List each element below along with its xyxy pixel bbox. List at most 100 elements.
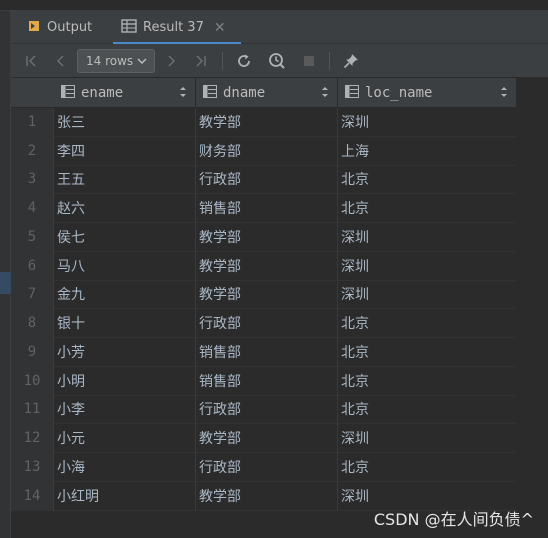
toolbar-separator bbox=[329, 52, 330, 70]
cell-dname[interactable]: 教学部 bbox=[195, 281, 337, 309]
column-header-dname[interactable]: dname bbox=[195, 78, 337, 108]
cell-ename[interactable]: 小明 bbox=[53, 367, 195, 395]
row-number: 10 bbox=[11, 366, 53, 395]
column-header-ename[interactable]: ename bbox=[53, 78, 195, 108]
column-icon bbox=[345, 84, 359, 102]
toolbar-separator bbox=[222, 52, 223, 70]
cell-loc-name[interactable]: 深圳 bbox=[337, 252, 516, 280]
tab-output[interactable]: Output bbox=[27, 11, 92, 44]
cell-loc-name[interactable]: 深圳 bbox=[337, 424, 516, 452]
table-icon bbox=[121, 18, 137, 37]
cell-loc-name[interactable]: 北京 bbox=[337, 194, 516, 222]
history-icon[interactable] bbox=[267, 51, 287, 71]
table-row[interactable]: 9 小芳 销售部 北京 bbox=[11, 338, 516, 367]
cell-dname[interactable]: 教学部 bbox=[195, 482, 337, 510]
rows-per-page-select[interactable]: 14 rows bbox=[77, 49, 155, 73]
pin-icon[interactable] bbox=[341, 51, 361, 71]
cell-loc-name[interactable]: 北京 bbox=[337, 309, 516, 337]
cell-ename[interactable]: 银十 bbox=[53, 309, 195, 337]
cell-ename[interactable]: 张三 bbox=[53, 108, 195, 136]
cell-dname[interactable]: 财务部 bbox=[195, 137, 337, 165]
cell-ename[interactable]: 马八 bbox=[53, 252, 195, 280]
row-number: 8 bbox=[11, 309, 53, 337]
cell-loc-name[interactable]: 深圳 bbox=[337, 108, 516, 136]
cell-dname[interactable]: 行政部 bbox=[195, 166, 337, 194]
reload-icon[interactable] bbox=[234, 51, 254, 71]
cell-loc-name[interactable]: 北京 bbox=[337, 338, 516, 366]
table-row[interactable]: 2 李四 财务部 上海 bbox=[11, 136, 516, 166]
table-row[interactable]: 3 王五 行政部 北京 bbox=[11, 165, 516, 195]
table-row[interactable]: 5 侯七 教学部 深圳 bbox=[11, 223, 516, 252]
tab-output-label: Output bbox=[47, 20, 93, 35]
column-header-label: ename bbox=[81, 85, 124, 101]
sort-icon[interactable] bbox=[179, 86, 187, 102]
row-number: 5 bbox=[11, 223, 53, 251]
column-divider bbox=[53, 108, 54, 511]
row-number: 13 bbox=[11, 453, 53, 481]
cell-loc-name[interactable]: 北京 bbox=[337, 453, 516, 481]
cell-dname[interactable]: 销售部 bbox=[195, 194, 337, 222]
cell-loc-name[interactable]: 北京 bbox=[337, 367, 516, 395]
sort-icon[interactable] bbox=[500, 86, 508, 102]
cell-ename[interactable]: 小红明 bbox=[53, 482, 195, 510]
cell-ename[interactable]: 侯七 bbox=[53, 223, 195, 251]
row-number: 4 bbox=[11, 194, 53, 222]
cell-ename[interactable]: 小李 bbox=[53, 396, 195, 424]
table-row[interactable]: 4 赵六 销售部 北京 bbox=[11, 194, 516, 223]
window-top-edge bbox=[0, 0, 548, 11]
table-row[interactable]: 12 小元 教学部 深圳 bbox=[11, 424, 516, 453]
cell-loc-name[interactable]: 深圳 bbox=[337, 281, 516, 309]
table-row[interactable]: 8 银十 行政部 北京 bbox=[11, 309, 516, 338]
tab-result-label: Result 37 bbox=[143, 20, 204, 35]
table-row[interactable]: 11 小李 行政部 北京 bbox=[11, 395, 516, 425]
column-icon bbox=[203, 84, 217, 102]
cell-ename[interactable]: 赵六 bbox=[53, 194, 195, 222]
close-icon[interactable]: ✕ bbox=[214, 20, 226, 36]
table-row[interactable]: 13 小海 行政部 北京 bbox=[11, 453, 516, 482]
cell-ename[interactable]: 金九 bbox=[53, 281, 195, 309]
table-header: ename dname loc_name bbox=[11, 78, 516, 108]
cell-dname[interactable]: 教学部 bbox=[195, 108, 337, 136]
cell-loc-name[interactable]: 北京 bbox=[337, 396, 516, 424]
cell-dname[interactable]: 行政部 bbox=[195, 309, 337, 337]
sort-icon[interactable] bbox=[321, 86, 329, 102]
cell-dname[interactable]: 教学部 bbox=[195, 424, 337, 452]
prev-page-icon[interactable] bbox=[51, 51, 71, 71]
rows-count-label: 14 rows bbox=[86, 54, 134, 68]
cell-ename[interactable]: 李四 bbox=[53, 137, 195, 165]
watermark-text: CSDN @在人间负债^ bbox=[373, 510, 534, 529]
row-number: 1 bbox=[11, 108, 53, 136]
row-number: 9 bbox=[11, 338, 53, 366]
next-page-icon[interactable] bbox=[161, 51, 181, 71]
stop-icon[interactable] bbox=[299, 51, 319, 71]
result-toolbar: 14 rows bbox=[11, 44, 548, 78]
cell-dname[interactable]: 教学部 bbox=[195, 252, 337, 280]
output-icon bbox=[27, 19, 41, 37]
row-number: 6 bbox=[11, 251, 53, 280]
cell-ename[interactable]: 小芳 bbox=[53, 338, 195, 366]
cell-dname[interactable]: 教学部 bbox=[195, 223, 337, 251]
cell-dname[interactable]: 行政部 bbox=[195, 396, 337, 424]
table-row[interactable]: 1 张三 教学部 深圳 bbox=[11, 108, 516, 137]
row-number: 12 bbox=[11, 424, 53, 452]
row-number: 14 bbox=[11, 481, 53, 510]
cell-ename[interactable]: 王五 bbox=[53, 166, 195, 194]
table-row[interactable]: 10 小明 销售部 北京 bbox=[11, 366, 516, 396]
column-header-loc-name[interactable]: loc_name bbox=[337, 78, 516, 108]
cell-ename[interactable]: 小海 bbox=[53, 453, 195, 481]
cell-loc-name[interactable]: 北京 bbox=[337, 166, 516, 194]
first-page-icon[interactable] bbox=[21, 51, 41, 71]
row-number: 7 bbox=[11, 280, 53, 309]
row-number: 2 bbox=[11, 136, 53, 165]
cell-dname[interactable]: 行政部 bbox=[195, 453, 337, 481]
tab-result-37[interactable]: Result 37 ✕ bbox=[113, 11, 241, 45]
cell-dname[interactable]: 销售部 bbox=[195, 367, 337, 395]
table-row[interactable]: 6 马八 教学部 深圳 bbox=[11, 251, 516, 281]
cell-loc-name[interactable]: 深圳 bbox=[337, 223, 516, 251]
column-icon bbox=[61, 84, 75, 102]
cell-ename[interactable]: 小元 bbox=[53, 424, 195, 452]
cell-dname[interactable]: 销售部 bbox=[195, 338, 337, 366]
table-row[interactable]: 7 金九 教学部 深圳 bbox=[11, 280, 516, 310]
cell-loc-name[interactable]: 上海 bbox=[337, 137, 516, 165]
last-page-icon[interactable] bbox=[191, 51, 211, 71]
